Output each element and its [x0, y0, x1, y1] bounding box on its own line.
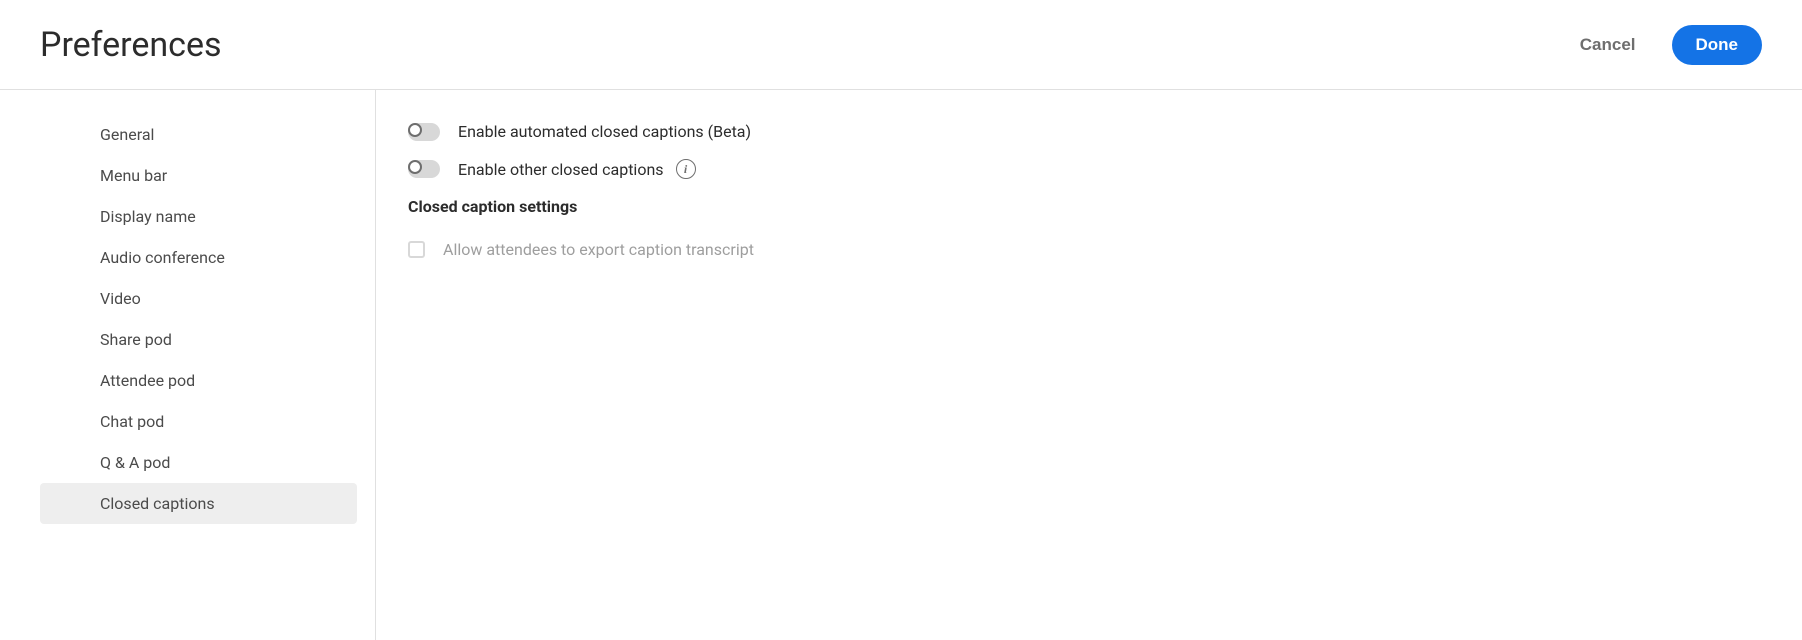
sidebar-item-label: Display name	[100, 207, 196, 226]
header: Preferences Cancel Done	[0, 0, 1802, 90]
sidebar-item-attendee-pod[interactable]: Attendee pod	[40, 360, 357, 401]
body: General Menu bar Display name Audio conf…	[0, 90, 1802, 640]
sidebar-item-display-name[interactable]: Display name	[40, 196, 357, 237]
toggle-label-automated-captions: Enable automated closed captions (Beta)	[458, 122, 751, 141]
toggle-row-automated-captions: Enable automated closed captions (Beta)	[408, 122, 1770, 141]
info-icon[interactable]: i	[676, 159, 696, 179]
sidebar-item-label: Closed captions	[100, 494, 215, 513]
toggle-label-other-captions: Enable other closed captions	[458, 160, 664, 179]
closed-caption-settings-heading: Closed caption settings	[408, 197, 1770, 216]
sidebar-item-label: Chat pod	[100, 412, 164, 431]
done-button[interactable]: Done	[1672, 25, 1763, 65]
sidebar-item-label: Share pod	[100, 330, 172, 349]
sidebar-item-label: Q & A pod	[100, 453, 170, 472]
sidebar-item-label: Audio conference	[100, 248, 225, 267]
toggle-knob	[408, 123, 422, 137]
sidebar-item-video[interactable]: Video	[40, 278, 357, 319]
sidebar-item-share-pod[interactable]: Share pod	[40, 319, 357, 360]
toggle-row-other-captions: Enable other closed captions i	[408, 159, 1770, 179]
sidebar-item-label: Attendee pod	[100, 371, 195, 390]
checkbox-export-transcript[interactable]	[408, 241, 425, 258]
sidebar-item-closed-captions[interactable]: Closed captions	[40, 483, 357, 524]
page-title: Preferences	[40, 25, 222, 65]
toggle-knob	[408, 160, 422, 174]
sidebar-item-menu-bar[interactable]: Menu bar	[40, 155, 357, 196]
toggle-other-captions[interactable]	[408, 160, 440, 178]
sidebar-item-label: General	[100, 125, 154, 144]
sidebar-item-qa-pod[interactable]: Q & A pod	[40, 442, 357, 483]
sidebar-item-audio-conference[interactable]: Audio conference	[40, 237, 357, 278]
sidebar-item-general[interactable]: General	[40, 114, 357, 155]
checkbox-label-export-transcript: Allow attendees to export caption transc…	[443, 240, 754, 259]
cancel-button[interactable]: Cancel	[1568, 27, 1648, 63]
header-actions: Cancel Done	[1568, 25, 1762, 65]
toggle-automated-captions[interactable]	[408, 123, 440, 141]
content-panel: Enable automated closed captions (Beta) …	[376, 90, 1802, 640]
sidebar-item-chat-pod[interactable]: Chat pod	[40, 401, 357, 442]
checkbox-row-export-transcript: Allow attendees to export caption transc…	[408, 240, 1770, 259]
sidebar: General Menu bar Display name Audio conf…	[0, 90, 376, 640]
sidebar-item-label: Menu bar	[100, 166, 167, 185]
sidebar-item-label: Video	[100, 289, 141, 308]
